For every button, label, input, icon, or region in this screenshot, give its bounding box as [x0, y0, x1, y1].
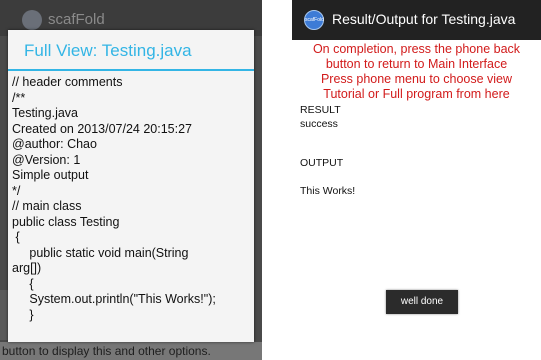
code-line: System.out.println("This Works!");: [12, 292, 216, 306]
code-line: /**: [12, 90, 26, 105]
dialog-title-divider: [8, 69, 254, 71]
background-hint-text: button to display this and other options…: [0, 342, 262, 360]
app-logo-icon: [22, 10, 42, 30]
right-phone-screen: scafFold Result/Output for Testing.java …: [292, 0, 541, 360]
code-line: // header comments: [12, 75, 123, 89]
result-label: RESULT: [300, 104, 341, 116]
left-phone-screen: scafFold button to display this and othe…: [0, 0, 262, 360]
instruction-line: button to return to Main Interface: [325, 57, 508, 71]
code-view[interactable]: // header comments /** Testing.java Crea…: [12, 75, 252, 340]
app-logo-icon[interactable]: scafFold: [304, 10, 324, 30]
code-line: @Version: 1: [12, 152, 81, 167]
background-edge-text: [0, 290, 8, 340]
code-line: Testing.java: [12, 106, 79, 120]
logo-text: scafFold: [305, 17, 324, 23]
instructions-text: On completion, press the phone back butt…: [292, 42, 541, 102]
instruction-line: Press phone menu to choose view: [320, 72, 513, 86]
code-line: public class Testing: [12, 214, 120, 229]
code-line: @author: Chao: [12, 137, 97, 151]
code-line: */: [12, 183, 21, 198]
code-line: public static void main(String: [12, 245, 189, 260]
code-line: }: [12, 307, 34, 322]
code-line: Created on 2013/07/24 20:15:27: [12, 121, 193, 136]
output-label: OUTPUT: [300, 157, 344, 169]
code-line: {: [12, 230, 20, 244]
instruction-line: On completion, press the phone back: [312, 42, 521, 56]
code-line: Simple output: [12, 168, 89, 182]
dialog-title: Full View: Testing.java: [24, 41, 192, 60]
code-line: arg[]): [12, 261, 42, 275]
instruction-line: Tutorial or Full program from here: [323, 87, 510, 101]
full-view-dialog: Full View: Testing.java // header commen…: [8, 30, 254, 342]
code-line: {: [12, 276, 34, 291]
code-line: // main class: [12, 199, 82, 213]
toast-message: well done: [386, 290, 458, 314]
output-value: This Works!: [300, 185, 356, 197]
result-value: success: [300, 118, 338, 130]
background-app-title: scafFold: [48, 11, 105, 28]
page-title: Result/Output for Testing.java: [332, 11, 516, 27]
